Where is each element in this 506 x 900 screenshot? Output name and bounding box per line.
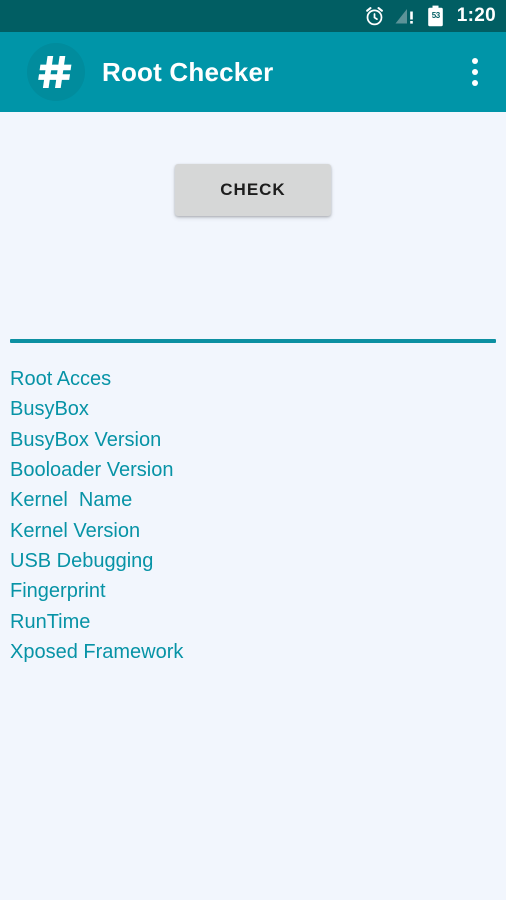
battery-level-text: 53 <box>431 10 441 20</box>
list-item: Kernel Name <box>10 485 496 515</box>
list-item-label: Kernel Name <box>10 489 133 512</box>
clock-time: 1:20 <box>456 5 496 26</box>
list-item-label: Xposed Framework <box>10 640 184 663</box>
check-button[interactable]: CHECK <box>175 164 331 216</box>
overflow-dot <box>472 58 478 64</box>
list-item-label: Fingerprint <box>10 580 106 603</box>
overflow-dot <box>472 69 478 75</box>
app-bar: Root Checker <box>0 32 506 112</box>
info-list: Root Acces BusyBox BusyBox Version Boolo… <box>10 364 496 667</box>
overflow-dot <box>472 80 478 86</box>
list-item-label: BusyBox Version <box>10 428 162 451</box>
hash-icon <box>27 43 85 101</box>
list-item-label: RunTime <box>10 610 91 633</box>
list-item: USB Debugging <box>10 546 496 576</box>
app-screen: 53 1:20 Root Checker CHECK Root Acces Bu… <box>0 0 506 900</box>
list-item-label: Root Acces <box>10 368 112 391</box>
main-content: CHECK Root Acces BusyBox BusyBox Version… <box>0 112 506 900</box>
status-bar: 53 1:20 <box>0 0 506 32</box>
more-vertical-icon[interactable] <box>458 51 492 93</box>
battery-icon: 53 <box>426 0 446 32</box>
list-item-label: Booloader Version <box>10 459 174 482</box>
list-item: Kernel Version <box>10 515 496 545</box>
list-item: BusyBox Version <box>10 425 496 455</box>
list-item: Fingerprint <box>10 576 496 606</box>
list-item: Root Acces <box>10 364 496 394</box>
alarm-clock-icon <box>364 0 386 32</box>
section-divider <box>10 339 496 343</box>
list-item: BusyBox <box>10 394 496 424</box>
list-item: Xposed Framework <box>10 637 496 667</box>
page-title: Root Checker <box>102 56 274 87</box>
list-item: Booloader Version <box>10 455 496 485</box>
list-item: RunTime <box>10 606 496 636</box>
status-bar-icons: 53 1:20 <box>364 0 496 32</box>
signal-warning-icon <box>394 0 418 32</box>
list-item-label: Kernel Version <box>10 519 141 542</box>
list-item-label: USB Debugging <box>10 549 154 572</box>
list-item-label: BusyBox <box>10 398 89 421</box>
